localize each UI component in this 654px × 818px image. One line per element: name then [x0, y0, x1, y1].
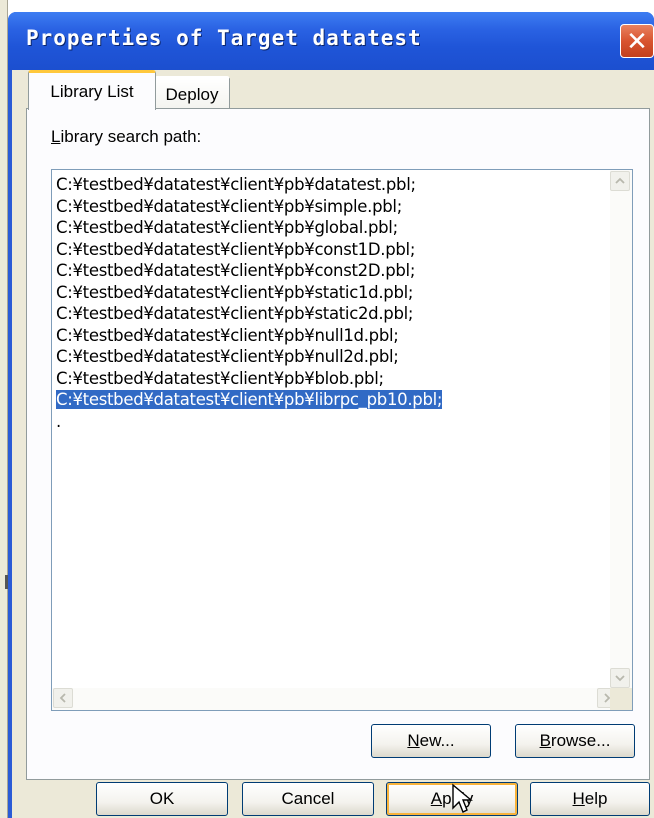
library-path-line[interactable]: C:¥testbed¥datatest¥client¥pb¥blob.pbl;: [56, 368, 602, 390]
library-path-editor[interactable]: C:¥testbed¥datatest¥client¥pb¥datatest.p…: [51, 169, 633, 711]
scroll-left-button[interactable]: [53, 688, 73, 708]
dialog-client-area: Library List Deploy Library search path:…: [12, 70, 654, 818]
tab-label: Deploy: [165, 84, 219, 104]
access-key: H: [572, 789, 585, 808]
library-path-line[interactable]: C:¥testbed¥datatest¥client¥pb¥const2D.pb…: [56, 260, 602, 282]
library-path-text: C:¥testbed¥datatest¥client¥pb¥static2d.p…: [56, 304, 414, 323]
library-path-text: C:¥testbed¥datatest¥client¥pb¥static1d.p…: [56, 282, 414, 302]
library-path-line[interactable]: C:¥testbed¥datatest¥client¥pb¥datatest.p…: [56, 174, 602, 196]
library-path-text: C:¥testbed¥datatest¥client¥pb¥blob.pbl;: [56, 368, 384, 388]
library-path-text: C:¥testbed¥datatest¥client¥pb¥datatest.p…: [56, 175, 416, 194]
horizontal-scrollbar[interactable]: [52, 688, 632, 710]
mouse-pointer-icon: [452, 783, 473, 813]
library-path-line[interactable]: C:¥testbed¥datatest¥client¥pb¥null2d.pbl…: [56, 346, 602, 368]
access-key: A: [430, 789, 443, 808]
button-label: ew...: [419, 731, 455, 750]
tab-panel-library-list: Library search path: C:¥testbed¥datatest…: [26, 108, 650, 780]
scroll-up-button[interactable]: [610, 171, 630, 191]
library-path-line[interactable]: C:¥testbed¥datatest¥client¥pb¥simple.pbl…: [56, 196, 602, 218]
tab-deploy[interactable]: Deploy: [154, 76, 230, 110]
properties-dialog: Properties of Target datatest ✕ Library …: [8, 12, 654, 818]
label-text: ibrary search path:: [60, 127, 202, 146]
trailing-line[interactable]: .: [56, 411, 602, 433]
cancel-button[interactable]: Cancel: [242, 782, 374, 816]
close-button[interactable]: ✕: [620, 24, 654, 58]
title-bar[interactable]: Properties of Target datatest ✕: [8, 12, 654, 70]
dialog-title: Properties of Target datatest: [26, 26, 422, 50]
down-arrow-icon: [615, 675, 625, 682]
scroll-down-button[interactable]: [610, 668, 630, 688]
library-path-line[interactable]: C:¥testbed¥datatest¥client¥pb¥const1D.pb…: [56, 239, 602, 261]
button-label: Cancel: [281, 789, 335, 808]
new-button[interactable]: New...: [371, 724, 491, 758]
library-path-line[interactable]: C:¥testbed¥datatest¥client¥pb¥static1d.p…: [56, 282, 602, 304]
library-path-line[interactable]: C:¥testbed¥datatest¥client¥pb¥static2d.p…: [56, 303, 602, 325]
library-path-line[interactable]: C:¥testbed¥datatest¥client¥pb¥null1d.pbl…: [56, 325, 602, 347]
left-arrow-icon: [59, 693, 66, 703]
button-label: elp: [584, 789, 608, 808]
library-path-lines[interactable]: C:¥testbed¥datatest¥client¥pb¥datatest.p…: [56, 174, 602, 432]
vertical-scrollbar[interactable]: [610, 170, 632, 690]
library-path-text: C:¥testbed¥datatest¥client¥pb¥global.pbl…: [56, 218, 398, 237]
scrollbar-corner: [610, 688, 632, 710]
close-icon: ✕: [626, 26, 648, 56]
background-window-edge: [0, 0, 8, 818]
library-path-text: C:¥testbed¥datatest¥client¥pb¥const1D.pb…: [56, 239, 416, 259]
library-path-line[interactable]: C:¥testbed¥datatest¥client¥pb¥librpc_pb1…: [56, 389, 602, 411]
access-key: N: [407, 731, 420, 750]
ok-button[interactable]: OK: [96, 782, 228, 816]
library-path-text: C:¥testbed¥datatest¥client¥pb¥librpc_pb1…: [56, 390, 443, 409]
library-path-text: C:¥testbed¥datatest¥client¥pb¥const2D.pb…: [56, 261, 416, 280]
library-path-text: C:¥testbed¥datatest¥client¥pb¥null2d.pbl…: [56, 347, 399, 366]
library-path-text: C:¥testbed¥datatest¥client¥pb¥null1d.pbl…: [56, 325, 399, 345]
library-search-path-label: Library search path:: [51, 127, 201, 147]
library-path-text: C:¥testbed¥datatest¥client¥pb¥simple.pbl…: [56, 196, 402, 216]
tab-library-list[interactable]: Library List: [28, 70, 156, 110]
help-button[interactable]: Help: [530, 782, 650, 816]
library-path-line[interactable]: C:¥testbed¥datatest¥client¥pb¥global.pbl…: [56, 217, 602, 239]
button-label: rowse...: [550, 731, 611, 750]
tab-label: Library List: [50, 81, 134, 101]
access-key: B: [539, 731, 551, 750]
up-arrow-icon: [615, 177, 625, 184]
button-label: OK: [149, 789, 175, 808]
browse-button[interactable]: Browse...: [515, 724, 635, 758]
